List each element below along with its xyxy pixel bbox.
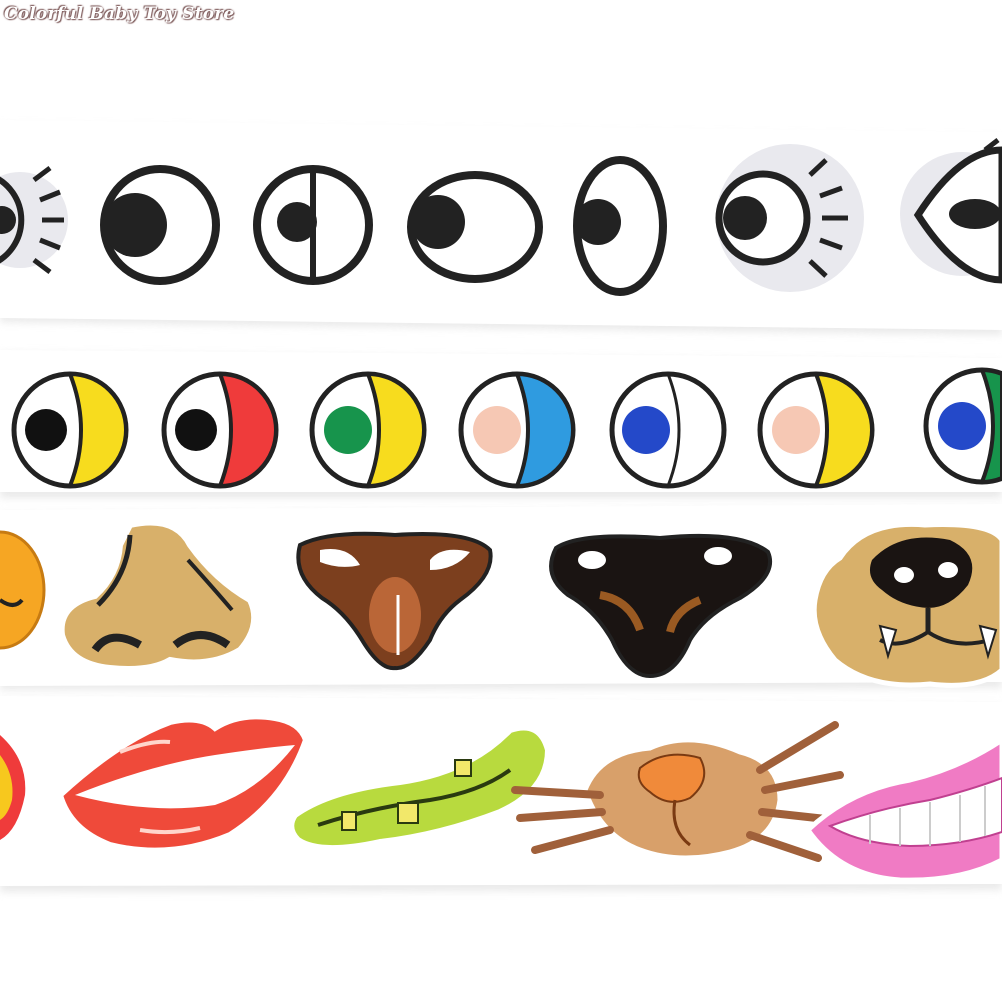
noses-strip	[0, 504, 1002, 690]
googly-eyes-strip	[0, 120, 1002, 335]
sticker-photo	[0, 120, 1002, 892]
colored-eye-blue-peach	[458, 371, 576, 489]
colored-eye-yellow-peach	[757, 371, 875, 489]
store-watermark: Colorful Baby Toy Store	[4, 4, 235, 24]
colored-eye-yellow-black	[11, 371, 129, 489]
googly-eye-oval-wide	[407, 171, 543, 283]
googly-eye-round	[100, 165, 220, 285]
colored-eye-white-navy	[609, 371, 727, 489]
googly-eye-oval-tall	[573, 156, 667, 296]
googly-eye-lashes	[715, 144, 864, 292]
colored-eye-red-black	[161, 371, 279, 489]
mouths-strip	[0, 696, 1002, 892]
colored-eyes-strip	[0, 350, 1002, 498]
googly-eye-split	[253, 165, 373, 285]
colored-eye-yellow-green	[309, 371, 427, 489]
